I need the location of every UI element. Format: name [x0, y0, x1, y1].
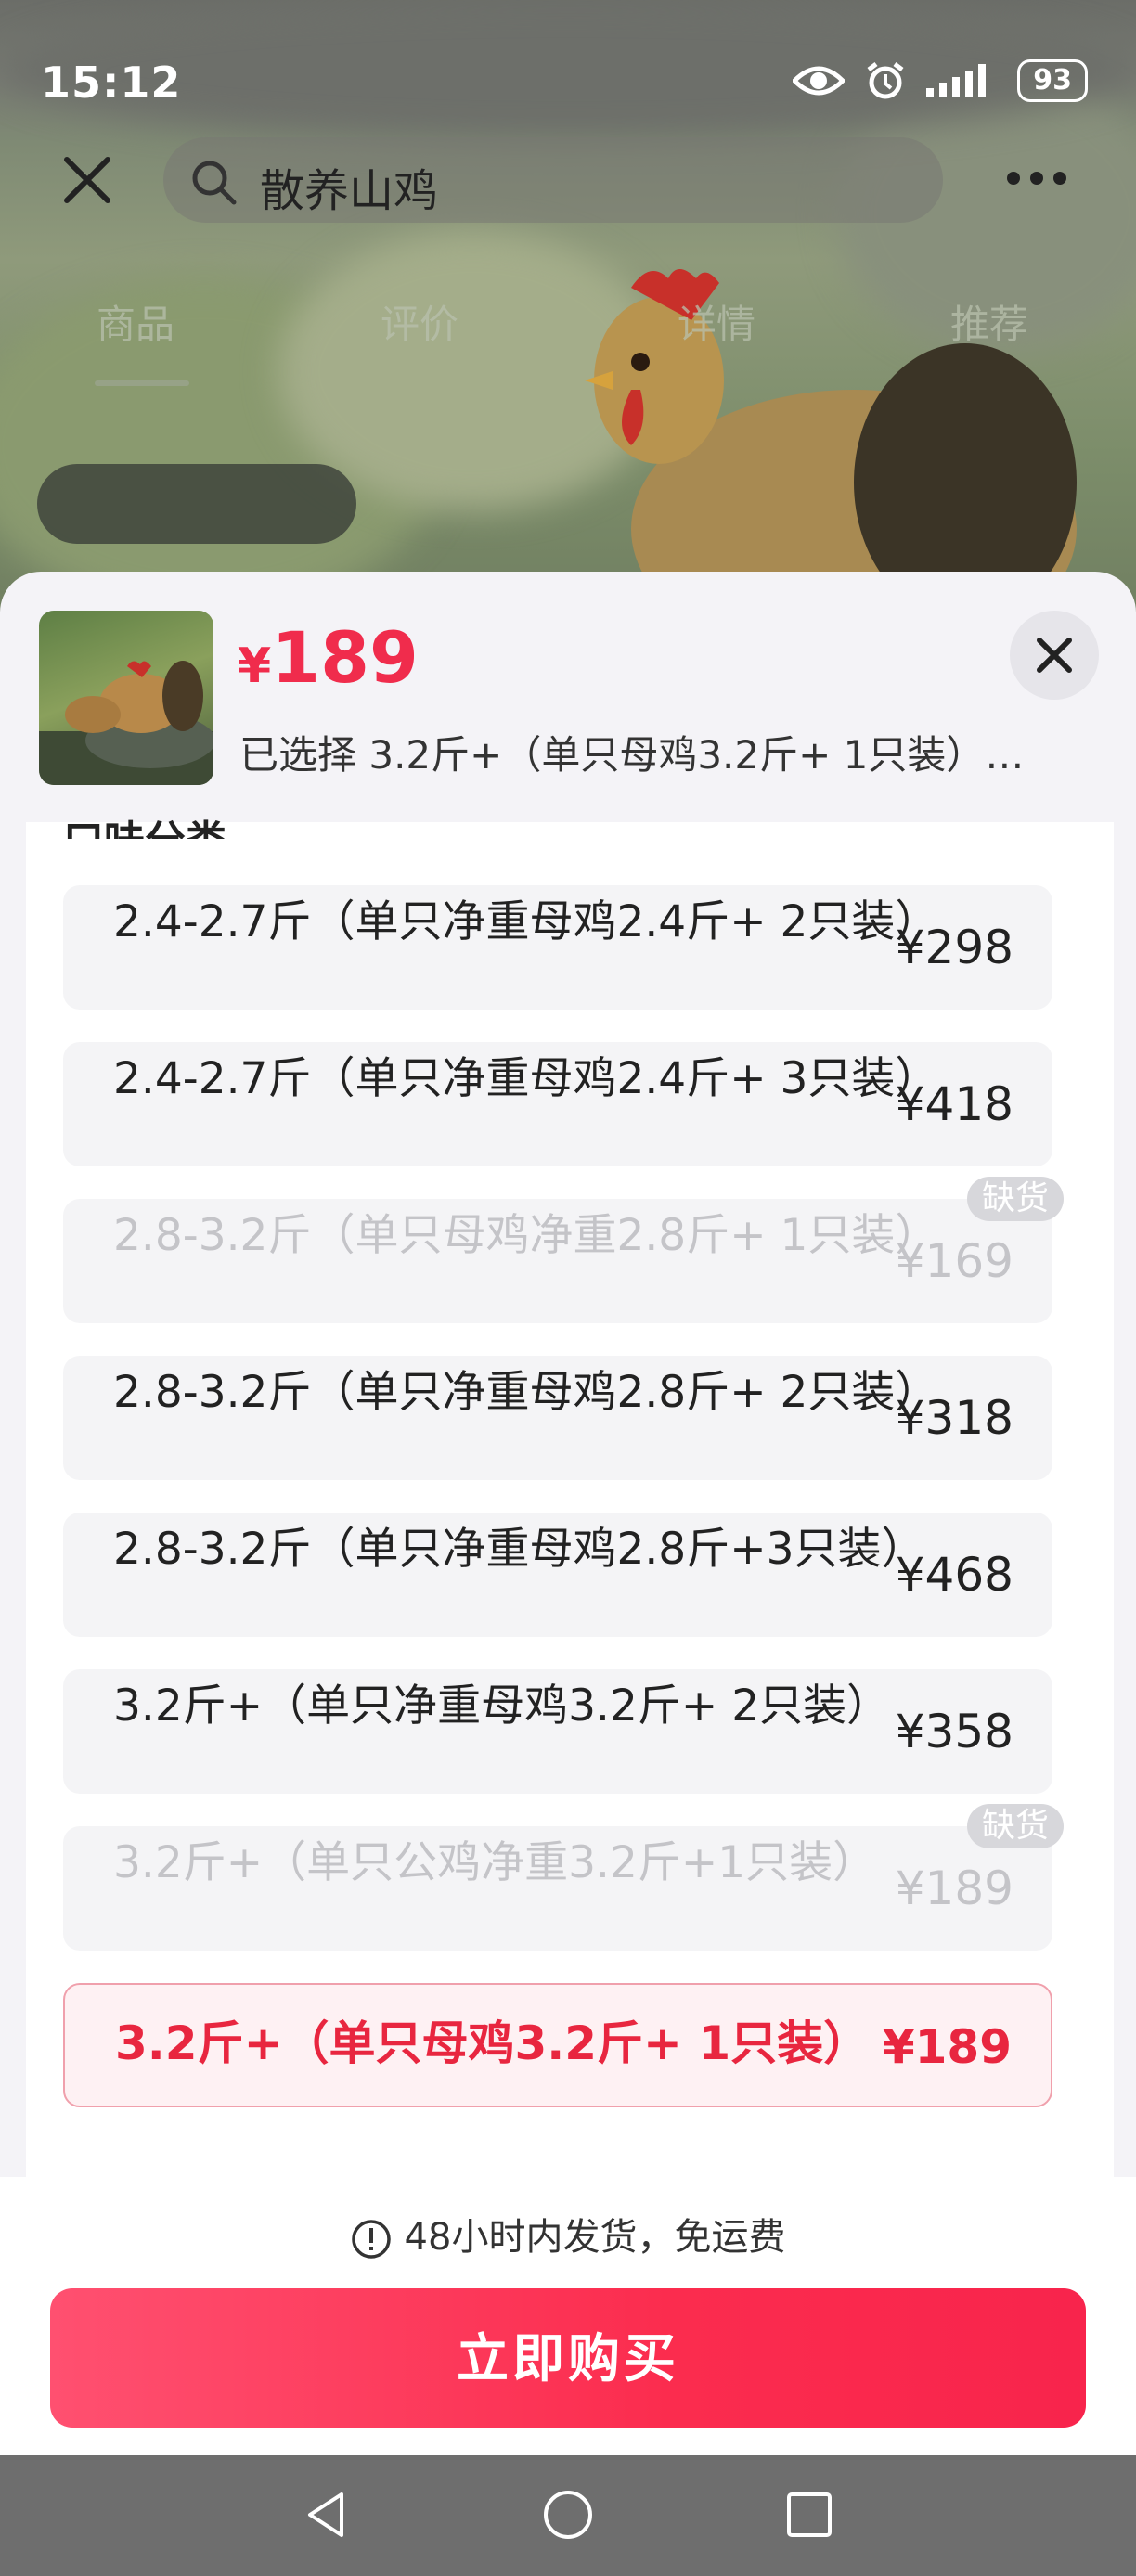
- sku-option[interactable]: 3.2斤+（单只净重母鸡3.2斤+ 2只装） ¥358: [63, 1669, 1052, 1794]
- back-icon[interactable]: [299, 2487, 355, 2543]
- options-panel: [26, 822, 1114, 2177]
- more-options-icon[interactable]: [1004, 165, 1069, 191]
- current-price: ¥189: [238, 616, 419, 699]
- signal-icon: [926, 64, 987, 97]
- out-of-stock-badge: 缺货: [966, 1804, 1064, 1848]
- page-tabs: 商品 评价 详情 推荐: [0, 278, 1136, 390]
- sku-option[interactable]: 2.8-3.2斤（单只净重母鸡2.8斤+ 2只装） ¥318: [63, 1356, 1052, 1480]
- sku-option[interactable]: 2.8-3.2斤（单只净重母鸡2.8斤+3只装） ¥468: [63, 1513, 1052, 1637]
- search-bar[interactable]: 散养山鸡: [163, 137, 943, 223]
- sku-option-price: ¥468: [895, 1548, 1013, 1602]
- system-nav-bar: [0, 2455, 1136, 2576]
- tab-product[interactable]: 商品: [97, 293, 174, 350]
- sku-option-label: 3.2斤+（单只母鸡3.2斤+ 1只装）: [115, 2016, 871, 2070]
- sku-option-label: 2.8-3.2斤（单只净重母鸡2.8斤+3只装）: [113, 1524, 925, 1575]
- clock: 15:12: [41, 58, 182, 108]
- info-icon: [351, 2220, 391, 2259]
- search-icon: [192, 161, 237, 205]
- sku-option-price: ¥318: [895, 1391, 1013, 1445]
- sku-option-label: 2.4-2.7斤（单只净重母鸡2.4斤+ 2只装）: [113, 896, 939, 947]
- sku-option-out-of-stock[interactable]: 2.8-3.2斤（单只母鸡净重2.8斤+ 1只装） ¥169 缺货: [63, 1177, 1064, 1323]
- recents-icon[interactable]: [781, 2487, 837, 2543]
- close-sheet-button[interactable]: [1010, 611, 1099, 700]
- close-page-icon[interactable]: [61, 154, 113, 206]
- sku-option-label: 2.8-3.2斤（单只净重母鸡2.8斤+ 2只装）: [113, 1367, 939, 1418]
- eye-icon: [793, 66, 846, 96]
- product-thumbnail-image: [39, 661, 213, 785]
- sku-option-label: 2.4-2.7斤（单只净重母鸡2.4斤+ 3只装）: [113, 1053, 939, 1104]
- tab-recommend[interactable]: 推荐: [950, 293, 1028, 350]
- shipping-notice-text: 48小时内发货，免运费: [404, 2216, 786, 2259]
- sku-option-selected[interactable]: 3.2斤+（单只母鸡3.2斤+ 1只装） ¥189: [63, 1983, 1052, 2107]
- shipping-notice: 48小时内发货，免运费: [0, 2207, 1136, 2260]
- image-caption-pill: [37, 464, 356, 544]
- section-title: 口味分类: [63, 807, 226, 839]
- selected-spec-text: 已选择 3.2斤+（单只母鸡3.2斤+ 1只装）…: [239, 732, 1025, 778]
- sku-option-price: ¥189: [882, 2020, 1012, 2074]
- sku-option-price: ¥189: [895, 1861, 1013, 1915]
- home-icon[interactable]: [540, 2487, 596, 2543]
- search-query: 散养山鸡: [260, 165, 439, 217]
- sku-option-price: ¥169: [895, 1234, 1013, 1288]
- sku-option[interactable]: 2.4-2.7斤（单只净重母鸡2.4斤+ 2只装） ¥298: [63, 885, 1052, 1010]
- battery-indicator: 93: [1017, 59, 1088, 102]
- sku-option-label: 3.2斤+（单只净重母鸡3.2斤+ 2只装）: [113, 1681, 891, 1732]
- sku-option-label: 3.2斤+（单只公鸡净重3.2斤+1只装）: [113, 1837, 877, 1888]
- buy-now-button[interactable]: 立即购买: [50, 2288, 1086, 2428]
- sku-option[interactable]: 2.4-2.7斤（单只净重母鸡2.4斤+ 3只装） ¥418: [63, 1042, 1052, 1166]
- sku-option-price: ¥418: [895, 1077, 1013, 1131]
- product-thumbnail[interactable]: [39, 611, 213, 785]
- active-tab-indicator: [95, 380, 189, 386]
- sku-option-price: ¥298: [895, 921, 1013, 974]
- out-of-stock-badge: 缺货: [966, 1177, 1064, 1221]
- sku-option-price: ¥358: [895, 1705, 1013, 1758]
- sku-option-out-of-stock[interactable]: 3.2斤+（单只公鸡净重3.2斤+1只装） ¥189 缺货: [63, 1804, 1064, 1951]
- tab-details[interactable]: 详情: [678, 293, 755, 350]
- sku-option-label: 2.8-3.2斤（单只母鸡净重2.8斤+ 1只装）: [113, 1210, 939, 1261]
- alarm-icon: [867, 62, 904, 99]
- close-icon: [1037, 638, 1072, 673]
- tab-reviews[interactable]: 评价: [381, 293, 458, 350]
